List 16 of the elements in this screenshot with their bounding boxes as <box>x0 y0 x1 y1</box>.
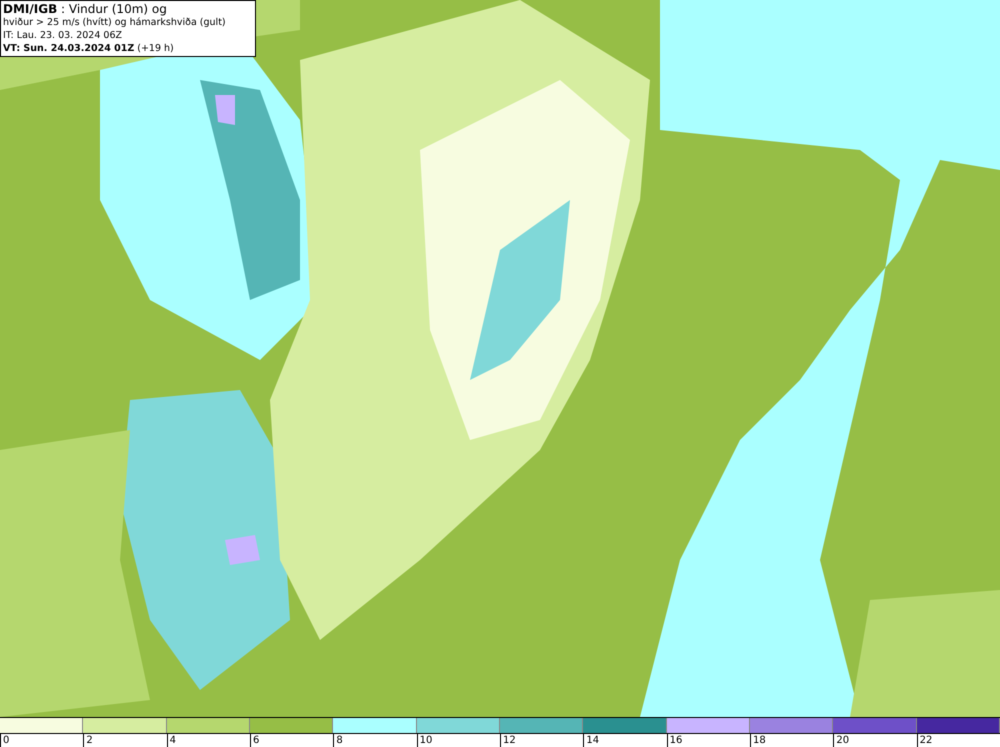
legend-tick-label: 0 <box>3 735 10 746</box>
header-text: DMI/IGB : Vindur (10m) og <box>3 2 167 16</box>
legend-tick-label: 10 <box>420 735 432 746</box>
legend-tick-label: 12 <box>503 735 516 746</box>
legend-tick-label: 18 <box>753 735 766 746</box>
legend-tick-label: 6 <box>253 735 260 746</box>
header-text: hviður > 25 m/s (hvítt) og hámarkshviða (gult) <box>3 16 226 29</box>
legend-tick-label: 22 <box>920 735 932 746</box>
legend-tick-label: 16 <box>670 735 682 746</box>
legend-tick-label: 2 <box>86 735 93 746</box>
legend-tick-label: 4 <box>170 735 176 746</box>
header-text: VT: Sun. 24.03.2024 01Z (+19 h) <box>3 42 174 55</box>
legend-tick-label: 14 <box>586 735 600 746</box>
legend-tick-label: 20 <box>836 735 850 746</box>
legend-tick-label: 8 <box>336 735 343 746</box>
header-text: IT: Lau. 23. 03. 2024 06Z <box>3 29 122 42</box>
